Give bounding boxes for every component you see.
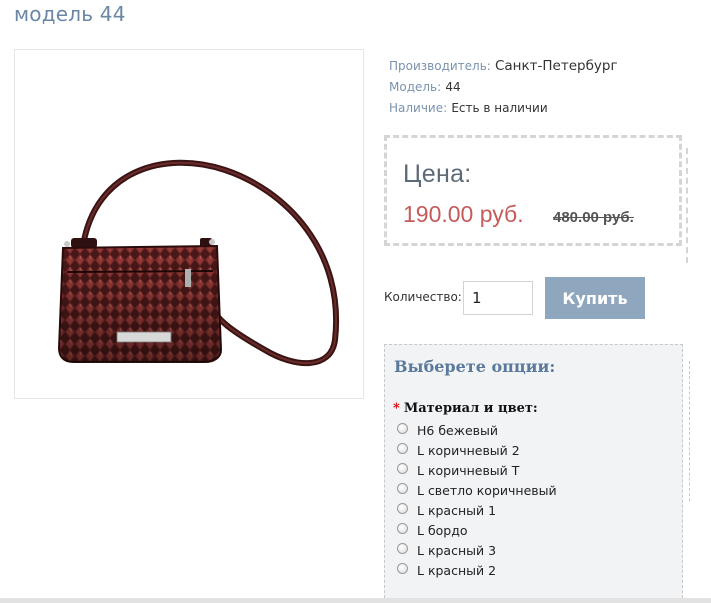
- radio-button[interactable]: [397, 422, 408, 434]
- option-item[interactable]: L коричневый Т: [397, 460, 557, 480]
- option-label[interactable]: L красный 3: [417, 543, 496, 558]
- option-label[interactable]: Н6 бежевый: [417, 423, 498, 438]
- options-panel: Выберете опции: * Материал и цвет: Н6 беж…: [384, 344, 690, 603]
- quantity-input[interactable]: [463, 281, 533, 315]
- option-item[interactable]: L красный 3: [397, 540, 557, 560]
- option-group-label: * Материал и цвет:: [393, 401, 538, 416]
- price-label: Цена:: [403, 160, 472, 188]
- options-title: Выберете опции:: [394, 357, 556, 376]
- spec-manufacturer: Производитель: Санкт-Петербург: [389, 56, 618, 77]
- page-title: модель 44: [14, 2, 126, 26]
- spec-label: Модель:: [389, 80, 442, 94]
- price-old: 480.00 руб.: [553, 209, 634, 226]
- quantity-label: Количество:: [384, 290, 462, 304]
- spec-label: Наличие:: [389, 101, 448, 115]
- option-label[interactable]: L красный 1: [417, 503, 496, 518]
- option-item[interactable]: L красный 1: [397, 500, 557, 520]
- option-group-text: Материал и цвет:: [403, 401, 538, 416]
- spec-label: Производитель:: [389, 59, 491, 73]
- radio-button[interactable]: [397, 442, 408, 454]
- spec-value[interactable]: Санкт-Петербург: [495, 58, 618, 74]
- radio-button[interactable]: [397, 562, 408, 574]
- bag-logo-plate: [116, 331, 172, 343]
- price-current: 190.00 руб.: [403, 201, 524, 227]
- option-item[interactable]: L светло коричневый: [397, 480, 557, 500]
- spec-value: Есть в наличии: [451, 101, 548, 115]
- option-item[interactable]: L бордо: [397, 520, 557, 540]
- bottom-scroll-edge: [0, 598, 711, 603]
- product-image[interactable]: [14, 49, 364, 399]
- radio-button[interactable]: [397, 502, 408, 514]
- option-item[interactable]: L красный 2: [397, 560, 557, 580]
- option-label[interactable]: L коричневый 2: [417, 443, 520, 458]
- radio-button[interactable]: [397, 522, 408, 534]
- buy-button[interactable]: Купить: [545, 277, 645, 319]
- spec-availability: Наличие: Есть в наличии: [389, 98, 618, 119]
- radio-button[interactable]: [397, 542, 408, 554]
- option-label[interactable]: L светло коричневый: [417, 483, 557, 498]
- option-label[interactable]: L коричневый Т: [417, 463, 519, 478]
- bag-illustration: [57, 159, 340, 367]
- spec-model: Модель: 44: [389, 77, 618, 98]
- radio-button[interactable]: [397, 482, 408, 494]
- option-label[interactable]: L бордо: [417, 523, 468, 538]
- spec-value: 44: [445, 80, 461, 94]
- required-mark: *: [393, 401, 400, 416]
- price-box: Цена: 190.00 руб. 480.00 руб.: [384, 135, 688, 263]
- option-list: Н6 бежевый L коричневый 2 L коричневый Т…: [397, 420, 557, 580]
- radio-button[interactable]: [397, 462, 408, 474]
- option-label[interactable]: L красный 2: [417, 563, 496, 578]
- product-specs: Производитель: Санкт-Петербург Модель: 4…: [389, 56, 618, 119]
- option-item[interactable]: L коричневый 2: [397, 440, 557, 460]
- option-item[interactable]: Н6 бежевый: [397, 420, 557, 440]
